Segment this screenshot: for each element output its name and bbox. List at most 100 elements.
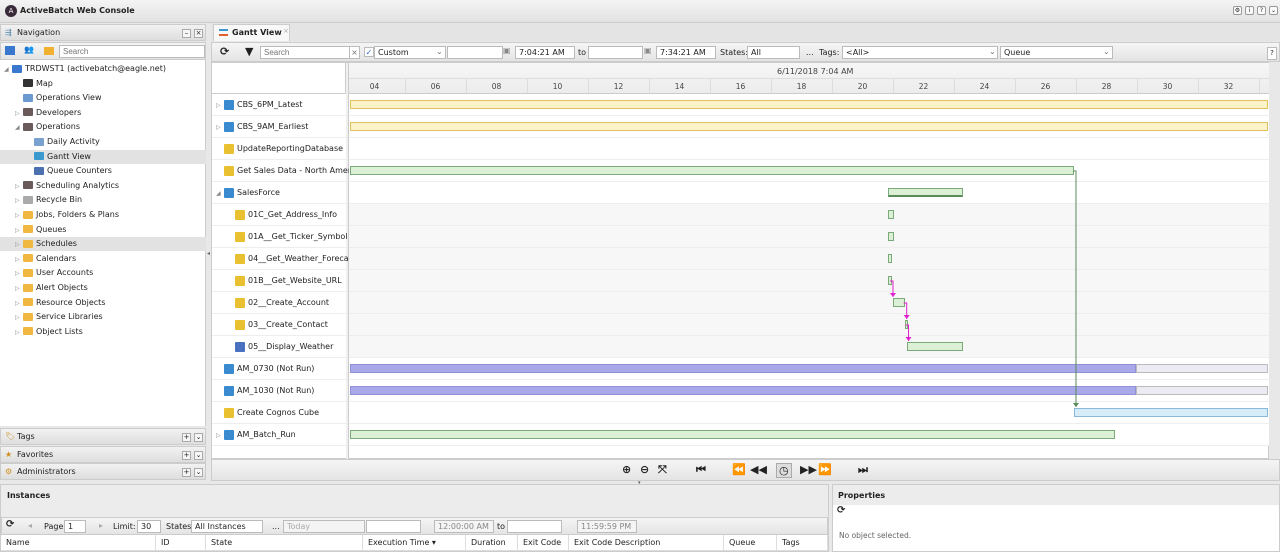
next-page-icon[interactable]: ▸ [99,521,103,530]
column-header[interactable]: Duration [466,535,518,551]
tree-item[interactable]: Map [0,77,206,91]
expand-toggle-icon[interactable]: ▷ [15,297,23,311]
close-button[interactable]: × [194,29,203,38]
fast-back-icon[interactable]: ⏪ [732,463,746,476]
zoom-in-icon[interactable]: ⊕ [622,463,631,476]
custom-checkbox[interactable]: ✓ [364,47,374,57]
gantt-row-label[interactable]: ▷ CBS_9AM_Earliest [212,116,346,138]
tree-item[interactable]: ▷ Calendars [0,252,206,266]
tree-item[interactable]: ▷ Scheduling Analytics [0,179,206,193]
tree-item[interactable]: ▷ Resource Objects [0,296,206,310]
tab-close-icon[interactable]: × [283,24,289,39]
tree-item[interactable]: Queue Counters [0,164,206,178]
info-icon[interactable]: i [1245,6,1254,15]
tree-item[interactable]: Daily Activity [0,135,206,149]
from-date-input[interactable] [447,46,503,59]
calendar-icon[interactable]: ▣ [644,46,652,55]
expand-toggle-icon[interactable]: ◢ [4,63,12,77]
expand-toggle-icon[interactable]: ▷ [15,326,23,340]
gantt-row-label[interactable]: ◢ SalesForce [212,182,346,204]
expand-toggle-icon[interactable]: ▷ [216,117,224,139]
expand-toggle-icon[interactable]: ◢ [216,183,224,205]
tab-gantt-view[interactable]: Gantt View × [213,24,290,41]
to-time-input[interactable]: 11:59:59 PM [577,520,637,533]
expand-toggle-icon[interactable]: ▷ [216,95,224,117]
states-more-button[interactable]: ... [272,522,280,531]
column-header[interactable]: Exit Code Description [569,535,724,551]
expand-toggle-icon[interactable]: ▷ [15,107,23,121]
tree-item[interactable]: ◢ Operations [0,120,206,134]
column-header[interactable]: State [206,535,363,551]
expand-toggle-icon[interactable]: ▷ [216,425,224,447]
gantt-search-input[interactable] [260,46,350,59]
gantt-row-label[interactable]: Get Sales Data - North America [212,160,363,182]
settings-icon[interactable]: ⚙ [1233,6,1242,15]
gantt-row-label[interactable]: 01C_Get_Address_Info [212,204,346,226]
first-icon[interactable]: ⏮ [696,463,706,477]
last-icon[interactable]: ⏭ [858,463,868,477]
gantt-row-label[interactable]: 03__Create_Contact [212,314,346,336]
expand-toggle-icon[interactable]: ▷ [15,209,23,223]
tree-item[interactable]: Operations View [0,91,206,105]
gantt-row-label[interactable]: 01B__Get_Website_URL [212,270,346,292]
minimize-button[interactable]: – [182,29,191,38]
collapse-icon[interactable]: ⌄ [1269,6,1278,15]
expand-toggle-icon[interactable]: ▷ [15,224,23,238]
expand-toggle-icon[interactable]: ▷ [15,311,23,325]
states-more-button[interactable]: ... [806,48,814,57]
calendar-icon[interactable]: ▣ [503,46,511,55]
tree-item[interactable]: ▷ Queues [0,223,206,237]
expand-toggle-icon[interactable]: ▷ [15,194,23,208]
column-header[interactable]: Tags [777,535,828,551]
collapse-button[interactable]: ⌄ [194,433,203,442]
to-date-input[interactable] [588,46,643,59]
column-header[interactable]: ID [156,535,206,551]
add-button[interactable]: + [182,451,191,460]
gantt-row-label[interactable]: 01A__Get_Ticker_Symbol [212,226,348,248]
chevron-down-icon[interactable]: ⌄ [989,47,996,56]
tree-item[interactable]: ▷ Jobs, Folders & Plans [0,208,206,222]
states-input[interactable]: All Instances [191,520,263,533]
column-header[interactable]: Execution Time ▾ [363,535,466,551]
expand-toggle-icon[interactable]: ▷ [15,180,23,194]
gantt-row-label[interactable]: ▷ CBS_6PM_Latest [212,94,346,116]
expand-toggle-icon[interactable]: ▷ [15,267,23,281]
chevron-down-icon[interactable]: ⌄ [1103,47,1110,56]
help-button[interactable]: ? [1267,47,1277,60]
nav-section-tags[interactable]: 🏷 Tags + ⌄ [0,428,206,445]
states-input[interactable]: All [747,46,800,59]
from-date-input[interactable] [366,520,421,533]
nav-section-administrators[interactable]: ⚙ Administrators + ⌄ [0,463,206,480]
tags-select[interactable]: <All> [842,46,998,59]
tree-item[interactable]: ◢ TRDWST1 (activebatch@eagle.net) [0,62,206,76]
tree-item[interactable]: ▷ User Accounts [0,266,206,280]
gantt-row-label[interactable]: 02__Create_Account [212,292,346,314]
help-icon[interactable]: ? [1257,6,1266,15]
to-date-input[interactable] [507,520,562,533]
add-button[interactable]: + [182,468,191,477]
expand-toggle-icon[interactable]: ◢ [15,121,23,135]
from-time-input[interactable]: 7:04:21 AM [515,46,575,59]
to-time-input[interactable]: 7:34:21 AM [656,46,716,59]
column-header[interactable]: Queue [724,535,777,551]
computer-icon[interactable] [5,46,15,55]
from-time-input[interactable]: 12:00:00 AM [434,520,494,533]
collapse-button[interactable]: ⌄ [194,451,203,460]
zoom-out-icon[interactable]: ⊖ [640,463,649,476]
navigation-search-input[interactable] [59,45,205,58]
column-header[interactable]: Exit Code [518,535,569,551]
column-header[interactable]: Name [1,535,156,551]
refresh-icon[interactable]: ⟳ [837,505,845,516]
day-select[interactable]: Today [283,520,365,533]
tree-item[interactable]: ▷ Service Libraries [0,310,206,324]
users-icon[interactable]: 👥 [24,45,34,54]
limit-input[interactable]: 30 [137,520,161,533]
chevron-down-icon[interactable]: ⌄ [436,47,443,56]
gantt-row-label[interactable]: 05__Display_Weather [212,336,346,358]
prev-page-icon[interactable]: ◂ [28,521,32,530]
gantt-row-label[interactable]: Create Cognos Cube [212,402,346,424]
expand-toggle-icon[interactable]: ▷ [15,238,23,252]
refresh-icon[interactable]: ⟳ [220,45,229,58]
folder-icon[interactable] [44,47,54,55]
gantt-row-label[interactable]: 04__Get_Weather_Forecast [212,248,356,270]
